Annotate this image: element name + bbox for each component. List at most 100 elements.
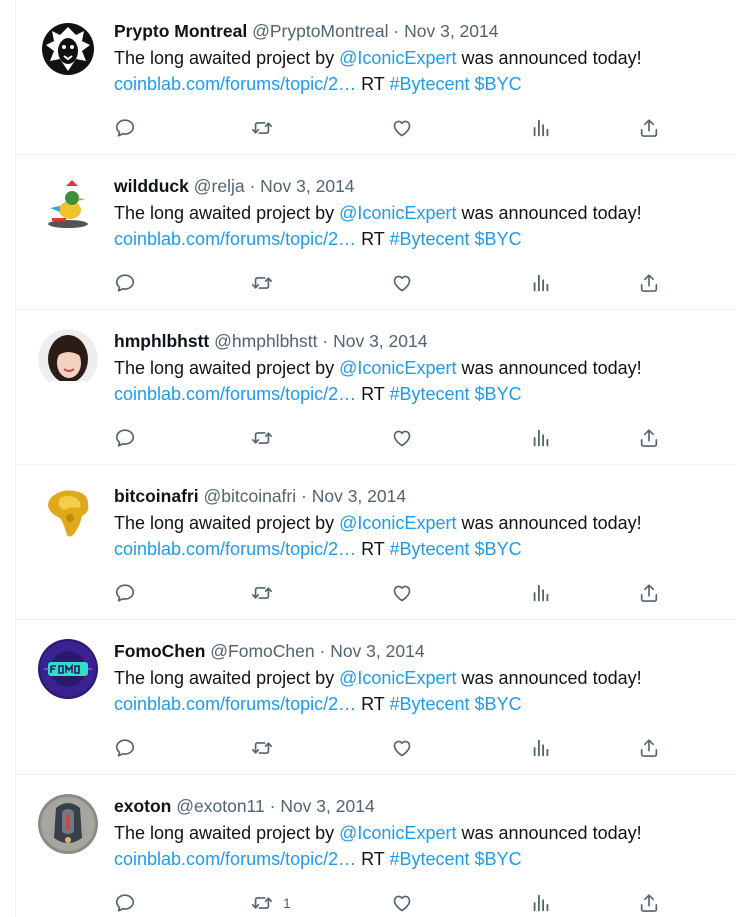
avatar[interactable] [38, 639, 98, 699]
reply-button[interactable] [114, 889, 136, 917]
url-link[interactable]: coinblab.com/forums/topic/2… [114, 74, 356, 94]
views-button[interactable] [530, 114, 552, 142]
avatar[interactable] [38, 794, 98, 854]
avatar[interactable] [38, 19, 98, 79]
share-button[interactable] [638, 114, 660, 142]
tweet[interactable]: bitcoinafri @bitcoinafri · Nov 3, 2014 T… [16, 465, 736, 620]
hashtag-link[interactable]: #Bytecent [389, 539, 469, 559]
handle[interactable]: @hmphlbhstt [214, 331, 317, 351]
cashtag-link[interactable]: $BYC [475, 229, 522, 249]
tweet[interactable]: exoton @exoton11 · Nov 3, 2014 The long … [16, 775, 736, 917]
hashtag-link[interactable]: #Bytecent [389, 384, 469, 404]
hashtag-link[interactable]: #Bytecent [389, 74, 469, 94]
mention-link[interactable]: @IconicExpert [339, 823, 456, 843]
mention-link[interactable]: @IconicExpert [339, 513, 456, 533]
share-button[interactable] [638, 734, 660, 762]
handle[interactable]: @bitcoinafri [203, 486, 296, 506]
reply-button[interactable] [114, 424, 136, 452]
tweet-header: wildduck @relja · Nov 3, 2014 [114, 175, 726, 197]
views-button[interactable] [530, 889, 552, 917]
url-link[interactable]: coinblab.com/forums/topic/2… [114, 229, 356, 249]
retweet-button[interactable] [251, 269, 283, 297]
views-button[interactable] [530, 269, 552, 297]
avatar[interactable] [38, 329, 98, 389]
share-button[interactable] [638, 269, 660, 297]
helmet-avatar [38, 794, 98, 854]
handle[interactable]: @relja [194, 176, 245, 196]
heart-icon [391, 737, 413, 759]
reply-button[interactable] [114, 114, 136, 142]
cashtag-link[interactable]: $BYC [475, 849, 522, 869]
share-icon [638, 892, 660, 914]
hashtag-link[interactable]: #Bytecent [389, 229, 469, 249]
url-link[interactable]: coinblab.com/forums/topic/2… [114, 694, 356, 714]
hashtag-link[interactable]: #Bytecent [389, 849, 469, 869]
retweet-icon [251, 582, 273, 604]
text-after: was announced today! [456, 48, 642, 68]
reply-icon [114, 892, 136, 914]
cashtag-link[interactable]: $BYC [475, 539, 522, 559]
like-button[interactable] [391, 114, 413, 142]
avatar[interactable] [38, 484, 98, 544]
display-name[interactable]: FomoChen [114, 641, 205, 661]
mention-link[interactable]: @IconicExpert [339, 203, 456, 223]
reply-icon [114, 117, 136, 139]
timestamp[interactable]: Nov 3, 2014 [280, 796, 374, 816]
text-before: The long awaited project by [114, 358, 340, 378]
tweet-actions [114, 579, 674, 607]
reply-button[interactable] [114, 579, 136, 607]
display-name[interactable]: exoton [114, 796, 171, 816]
like-button[interactable] [391, 269, 413, 297]
tweet-actions [114, 424, 674, 452]
display-name[interactable]: bitcoinafri [114, 486, 199, 506]
tweet-header: hmphlbhstt @hmphlbhstt · Nov 3, 2014 [114, 330, 726, 352]
url-link[interactable]: coinblab.com/forums/topic/2… [114, 849, 356, 869]
cashtag-link[interactable]: $BYC [475, 694, 522, 714]
views-button[interactable] [530, 424, 552, 452]
tweet[interactable]: hmphlbhstt @hmphlbhstt · Nov 3, 2014 The… [16, 310, 736, 465]
timestamp[interactable]: Nov 3, 2014 [260, 176, 354, 196]
retweet-button[interactable] [251, 424, 283, 452]
like-button[interactable] [391, 734, 413, 762]
like-button[interactable] [391, 424, 413, 452]
tweet-actions [114, 114, 674, 142]
mention-link[interactable]: @IconicExpert [339, 48, 456, 68]
like-button[interactable] [391, 889, 413, 917]
like-button[interactable] [391, 579, 413, 607]
cashtag-link[interactable]: $BYC [475, 74, 522, 94]
timestamp[interactable]: Nov 3, 2014 [330, 641, 424, 661]
views-button[interactable] [530, 734, 552, 762]
display-name[interactable]: Prypto Montreal [114, 21, 247, 41]
handle[interactable]: @PryptoMontreal [252, 21, 388, 41]
tweet[interactable]: wildduck @relja · Nov 3, 2014 The long a… [16, 155, 736, 310]
timestamp[interactable]: Nov 3, 2014 [312, 486, 406, 506]
reply-button[interactable] [114, 734, 136, 762]
retweet-button[interactable] [251, 579, 283, 607]
share-button[interactable] [638, 424, 660, 452]
tweet[interactable]: FomoChen @FomoChen · Nov 3, 2014 The lon… [16, 620, 736, 775]
url-link[interactable]: coinblab.com/forums/topic/2… [114, 539, 356, 559]
mention-link[interactable]: @IconicExpert [339, 358, 456, 378]
tweet[interactable]: Prypto Montreal @PryptoMontreal · Nov 3,… [16, 0, 736, 155]
reply-button[interactable] [114, 269, 136, 297]
mention-link[interactable]: @IconicExpert [339, 668, 456, 688]
url-link[interactable]: coinblab.com/forums/topic/2… [114, 384, 356, 404]
retweet-button[interactable]: 1 [251, 889, 291, 917]
timestamp[interactable]: Nov 3, 2014 [404, 21, 498, 41]
timestamp[interactable]: Nov 3, 2014 [333, 331, 427, 351]
handle[interactable]: @exoton11 [176, 796, 264, 816]
share-button[interactable] [638, 579, 660, 607]
analytics-icon [530, 427, 552, 449]
text-before: The long awaited project by [114, 513, 340, 533]
retweet-button[interactable] [251, 734, 283, 762]
avatar[interactable] [38, 174, 98, 234]
share-button[interactable] [638, 889, 660, 917]
display-name[interactable]: hmphlbhstt [114, 331, 209, 351]
handle[interactable]: @FomoChen [210, 641, 314, 661]
text-after: was announced today! [456, 513, 642, 533]
hashtag-link[interactable]: #Bytecent [389, 694, 469, 714]
display-name[interactable]: wildduck [114, 176, 189, 196]
views-button[interactable] [530, 579, 552, 607]
cashtag-link[interactable]: $BYC [475, 384, 522, 404]
retweet-button[interactable] [251, 114, 283, 142]
